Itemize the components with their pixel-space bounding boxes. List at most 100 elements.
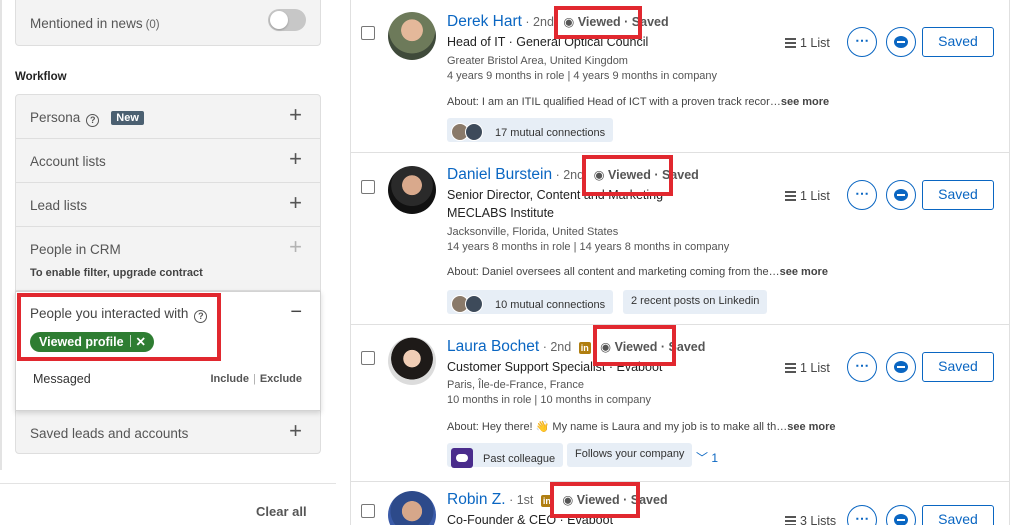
eye-icon: ◉ xyxy=(600,340,612,354)
filter-lead-lists[interactable]: Lead lists + xyxy=(16,183,320,227)
message-icon xyxy=(894,36,908,48)
lead-name-line: Laura Bochet · 2nd in ◉ Viewed · Saved xyxy=(447,338,705,356)
lead-about: About: I am an ITIL qualified Head of IC… xyxy=(447,96,830,108)
mentioned-in-news-filter: Mentioned in news (0) xyxy=(15,0,321,46)
remove-pill-icon[interactable]: ✕ xyxy=(136,335,146,349)
lead-name[interactable]: Derek Hart xyxy=(447,13,522,30)
message-icon xyxy=(894,189,908,201)
lists-count[interactable]: 1 List xyxy=(785,189,830,203)
divider xyxy=(0,483,336,484)
follows-company-chip[interactable]: Follows your company xyxy=(567,443,693,467)
mutual-avatars xyxy=(451,295,487,313)
connection-degree: · 2nd xyxy=(555,168,585,182)
lead-results-list: Derek Hart · 2nd ◉ Viewed · Saved Head o… xyxy=(350,0,1010,525)
expand-plus-icon[interactable]: + xyxy=(289,420,302,442)
filter-people-in-crm: People in CRM + To enable filter, upgrad… xyxy=(16,227,320,291)
saved-button[interactable]: Saved xyxy=(922,27,994,57)
expand-plus-icon[interactable]: + xyxy=(289,148,302,170)
select-checkbox[interactable] xyxy=(361,26,375,40)
include-link[interactable]: Include xyxy=(210,373,249,385)
lead-company[interactable]: MECLABS Institute xyxy=(447,206,554,220)
message-button[interactable] xyxy=(886,180,916,210)
viewed-tag: Viewed xyxy=(607,168,651,182)
expand-plus-icon[interactable]: + xyxy=(289,104,302,126)
lead-row: Derek Hart · 2nd ◉ Viewed · Saved Head o… xyxy=(351,0,1009,153)
filter-persona[interactable]: Persona? New + xyxy=(16,95,320,139)
avatar[interactable] xyxy=(388,491,436,525)
filter-account-lists[interactable]: Account lists + xyxy=(16,139,320,183)
workflow-section-title: Workflow xyxy=(15,71,67,83)
linkedin-premium-icon: in xyxy=(540,495,553,507)
list-icon xyxy=(785,38,796,48)
more-options-button[interactable]: ⋯ xyxy=(847,505,877,525)
lead-row: Daniel Burstein · 2nd ◉ Viewed · Saved S… xyxy=(351,153,1009,325)
mentioned-in-news-toggle[interactable] xyxy=(268,9,306,31)
workflow-filters: Persona? New + Account lists + Lead lists… xyxy=(15,94,321,454)
collapse-minus-icon[interactable]: − xyxy=(290,302,302,322)
message-button[interactable] xyxy=(886,505,916,525)
select-checkbox[interactable] xyxy=(361,504,375,518)
list-icon xyxy=(785,191,796,201)
lead-tenure: 14 years 8 months in role | 14 years 8 m… xyxy=(447,241,730,253)
lists-count[interactable]: 1 List xyxy=(785,36,830,50)
list-icon xyxy=(785,363,796,373)
mutual-connections-chip[interactable]: 17 mutual connections xyxy=(447,118,614,142)
lead-title: Head of IT · General Optical Council xyxy=(447,35,649,49)
expand-plus-icon: + xyxy=(289,234,302,259)
lead-name[interactable]: Laura Bochet xyxy=(447,338,539,355)
saved-tag: · Saved xyxy=(654,168,699,182)
sales-navigator-search: Mentioned in news (0) Workflow Persona? Ne… xyxy=(0,0,1024,525)
saved-button[interactable]: Saved xyxy=(922,180,994,210)
select-checkbox[interactable] xyxy=(361,351,375,365)
lead-title: Co-Founder & CEO · Evaboot xyxy=(447,513,614,525)
lists-count[interactable]: 1 List xyxy=(785,361,830,375)
filter-saved-leads[interactable]: Saved leads and accounts + xyxy=(16,411,320,455)
lead-title: Senior Director, Content and Marketing · xyxy=(447,188,671,202)
filter-people-interacted: People you interacted with? − Viewed pro… xyxy=(15,291,321,411)
saved-button[interactable]: Saved xyxy=(922,505,994,525)
see-more-link[interactable]: see more xyxy=(780,266,828,278)
evaboot-logo-icon xyxy=(451,448,473,468)
more-options-button[interactable]: ⋯ xyxy=(847,352,877,382)
saved-button[interactable]: Saved xyxy=(922,352,994,382)
show-more-chevron[interactable]: ﹀ 1 xyxy=(696,449,718,466)
select-checkbox[interactable] xyxy=(361,180,375,194)
lead-name[interactable]: Robin Z. xyxy=(447,491,506,508)
help-icon[interactable]: ? xyxy=(194,310,208,323)
eye-icon: ◉ xyxy=(593,168,605,182)
lists-count[interactable]: 3 Lists xyxy=(785,514,836,525)
mutual-connections-chip[interactable]: 10 mutual connections xyxy=(447,290,614,314)
expand-plus-icon[interactable]: + xyxy=(289,192,302,214)
message-icon xyxy=(894,361,908,373)
lead-tenure: 4 years 9 months in role | 4 years 9 mon… xyxy=(447,70,718,82)
lead-name-line: Daniel Burstein · 2nd ◉ Viewed · Saved xyxy=(447,166,699,184)
see-more-link[interactable]: see more xyxy=(787,421,835,433)
avatar[interactable] xyxy=(388,337,436,385)
more-options-button[interactable]: ⋯ xyxy=(847,27,877,57)
avatar[interactable] xyxy=(388,166,436,214)
lead-name[interactable]: Daniel Burstein xyxy=(447,166,552,183)
mutual-avatars xyxy=(451,123,487,141)
new-badge: New xyxy=(111,111,144,125)
lead-title: Customer Support Specialist · Evaboot xyxy=(447,360,663,374)
saved-tag: · Saved xyxy=(660,340,706,354)
connection-degree: · 1st xyxy=(509,493,534,507)
lead-name-line: Robin Z. · 1st in ◉ Viewed · Saved xyxy=(447,491,668,509)
message-button[interactable] xyxy=(886,27,916,57)
message-icon xyxy=(894,514,908,525)
lead-location: Jacksonville, Florida, United States xyxy=(447,226,619,238)
crm-upgrade-note: To enable filter, upgrade contract xyxy=(30,267,203,279)
recent-posts-chip[interactable]: 2 recent posts on Linkedin xyxy=(623,290,768,314)
clear-all-button[interactable]: Clear all xyxy=(256,504,307,519)
lead-about: About: Daniel oversees all content and m… xyxy=(447,266,828,278)
help-icon[interactable]: ? xyxy=(86,114,100,127)
see-more-link[interactable]: see more xyxy=(781,96,829,108)
exclude-link[interactable]: Exclude xyxy=(260,373,302,385)
viewed-profile-pill[interactable]: Viewed profile ✕ xyxy=(30,332,154,352)
avatar[interactable] xyxy=(388,12,436,60)
saved-tag: · Saved xyxy=(623,493,668,507)
lead-name-line: Derek Hart · 2nd ◉ Viewed · Saved xyxy=(447,13,669,31)
more-options-button[interactable]: ⋯ xyxy=(847,180,877,210)
message-button[interactable] xyxy=(886,352,916,382)
past-colleague-chip[interactable]: Past colleague xyxy=(447,443,564,468)
